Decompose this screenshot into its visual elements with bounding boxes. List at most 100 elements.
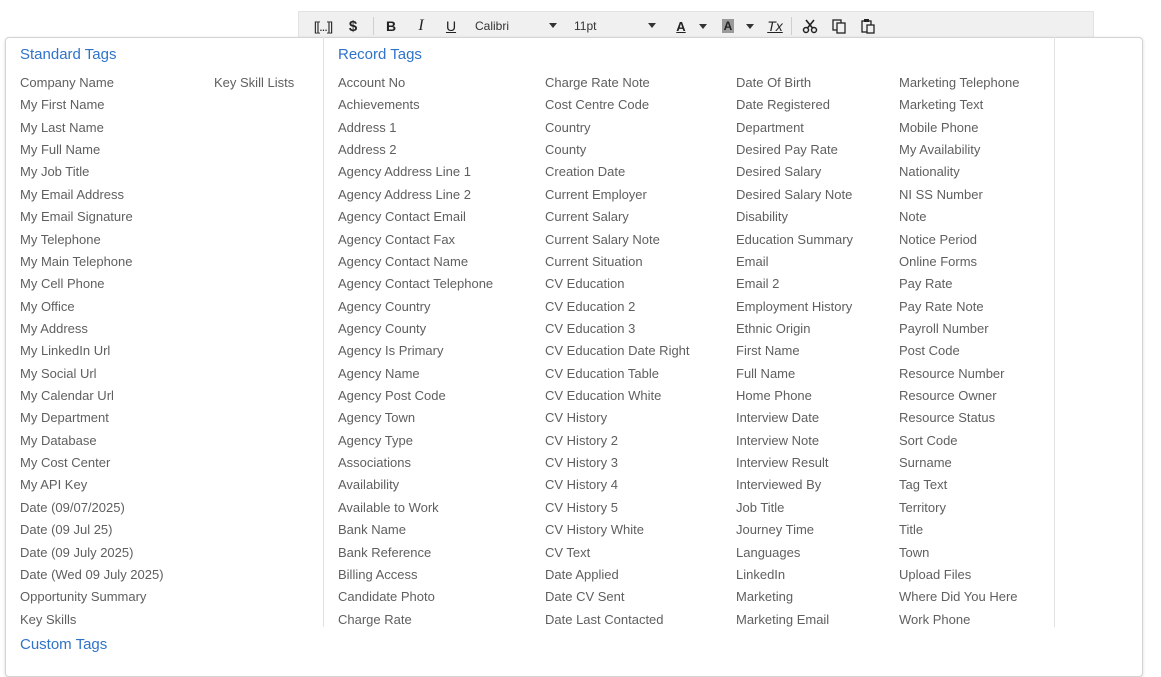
tag-item[interactable]: My Full Name bbox=[20, 141, 164, 163]
tag-item[interactable]: Home Phone bbox=[736, 387, 853, 409]
tag-item[interactable]: Interview Result bbox=[736, 454, 853, 476]
tag-item[interactable]: Agency Name bbox=[338, 365, 493, 387]
tag-item[interactable]: Country bbox=[545, 119, 690, 141]
insert-currency-button[interactable]: $ bbox=[345, 15, 361, 37]
tag-item[interactable]: My Cell Phone bbox=[20, 275, 164, 297]
tag-item[interactable]: Resource Status bbox=[899, 409, 1019, 431]
tag-item[interactable]: My Social Url bbox=[20, 365, 164, 387]
bold-button[interactable]: B bbox=[383, 15, 399, 37]
tag-item[interactable]: CV Education Date Right bbox=[545, 342, 690, 364]
paste-button[interactable] bbox=[860, 15, 876, 37]
tag-item[interactable]: Available to Work bbox=[338, 499, 493, 521]
tag-item[interactable]: Agency Town bbox=[338, 409, 493, 431]
tag-item[interactable]: My Availability bbox=[899, 141, 1019, 163]
tag-item[interactable]: My Last Name bbox=[20, 119, 164, 141]
tag-item[interactable]: Where Did You Here bbox=[899, 588, 1019, 610]
font-family-select[interactable]: Calibri bbox=[475, 15, 557, 37]
tag-item[interactable]: Marketing Email bbox=[736, 611, 853, 633]
tag-item[interactable]: CV Education Table bbox=[545, 365, 690, 387]
tag-item[interactable]: Current Salary Note bbox=[545, 231, 690, 253]
tag-item[interactable]: Disability bbox=[736, 208, 853, 230]
tag-item[interactable]: Desired Salary bbox=[736, 163, 853, 185]
tag-item[interactable]: Key Skills bbox=[20, 611, 164, 633]
tag-item[interactable]: My Telephone bbox=[20, 231, 164, 253]
text-color-chevron-down-icon[interactable] bbox=[699, 24, 707, 29]
tag-item[interactable]: Agency Address Line 1 bbox=[338, 163, 493, 185]
tag-item[interactable]: Payroll Number bbox=[899, 320, 1019, 342]
tag-item[interactable]: CV Education 2 bbox=[545, 298, 690, 320]
tag-item[interactable]: Date Applied bbox=[545, 566, 690, 588]
tag-item[interactable]: Employment History bbox=[736, 298, 853, 320]
tag-item[interactable]: Date (09 July 2025) bbox=[20, 544, 164, 566]
tag-item[interactable]: Desired Salary Note bbox=[736, 186, 853, 208]
tag-item[interactable]: Post Code bbox=[899, 342, 1019, 364]
tag-item[interactable]: Languages bbox=[736, 544, 853, 566]
italic-button[interactable]: I bbox=[413, 15, 429, 37]
tag-item[interactable]: Charge Rate bbox=[338, 611, 493, 633]
underline-button[interactable]: U bbox=[443, 15, 459, 37]
tag-item[interactable]: Email bbox=[736, 253, 853, 275]
tag-item[interactable]: Note bbox=[899, 208, 1019, 230]
tag-item[interactable]: My Cost Center bbox=[20, 454, 164, 476]
tag-item[interactable]: My Main Telephone bbox=[20, 253, 164, 275]
tag-item[interactable]: Achievements bbox=[338, 96, 493, 118]
tag-item[interactable]: My Calendar Url bbox=[20, 387, 164, 409]
tag-item[interactable]: Agency Contact Fax bbox=[338, 231, 493, 253]
tag-item[interactable]: Interviewed By bbox=[736, 476, 853, 498]
tag-item[interactable]: NI SS Number bbox=[899, 186, 1019, 208]
tag-item[interactable]: Company Name bbox=[20, 74, 164, 96]
tag-item[interactable]: My Address bbox=[20, 320, 164, 342]
tag-item[interactable]: Creation Date bbox=[545, 163, 690, 185]
tag-item[interactable]: My LinkedIn Url bbox=[20, 342, 164, 364]
tag-item[interactable]: Current Situation bbox=[545, 253, 690, 275]
tag-item[interactable]: Marketing bbox=[736, 588, 853, 610]
tag-item[interactable]: County bbox=[545, 141, 690, 163]
tag-item[interactable]: Address 1 bbox=[338, 119, 493, 141]
tag-item[interactable]: Ethnic Origin bbox=[736, 320, 853, 342]
tag-item[interactable]: Mobile Phone bbox=[899, 119, 1019, 141]
tag-item[interactable]: Resource Number bbox=[899, 365, 1019, 387]
tag-item[interactable]: Date CV Sent bbox=[545, 588, 690, 610]
tag-item[interactable]: Bank Name bbox=[338, 521, 493, 543]
tag-item[interactable]: Agency Contact Name bbox=[338, 253, 493, 275]
tag-item[interactable]: Current Salary bbox=[545, 208, 690, 230]
tag-item[interactable]: CV Education 3 bbox=[545, 320, 690, 342]
tag-item[interactable]: Notice Period bbox=[899, 231, 1019, 253]
tag-item[interactable]: Current Employer bbox=[545, 186, 690, 208]
insert-placeholder-button[interactable]: [[...]] bbox=[309, 15, 337, 37]
tag-item[interactable]: Pay Rate bbox=[899, 275, 1019, 297]
tag-item[interactable]: First Name bbox=[736, 342, 853, 364]
background-color-chevron-down-icon[interactable] bbox=[746, 24, 754, 29]
tag-item[interactable]: My Email Signature bbox=[20, 208, 164, 230]
tag-item[interactable]: Town bbox=[899, 544, 1019, 566]
tag-item[interactable]: Agency County bbox=[338, 320, 493, 342]
tag-item[interactable]: Availability bbox=[338, 476, 493, 498]
tag-item[interactable]: CV Education bbox=[545, 275, 690, 297]
tag-item[interactable]: Work Phone bbox=[899, 611, 1019, 633]
copy-button[interactable] bbox=[830, 15, 848, 37]
tag-item[interactable]: Online Forms bbox=[899, 253, 1019, 275]
tag-item[interactable]: Agency Contact Email bbox=[338, 208, 493, 230]
tag-item[interactable]: CV Education White bbox=[545, 387, 690, 409]
tag-item[interactable]: Cost Centre Code bbox=[545, 96, 690, 118]
tag-item[interactable]: Agency Address Line 2 bbox=[338, 186, 493, 208]
tag-item[interactable]: Journey Time bbox=[736, 521, 853, 543]
tag-item[interactable]: Agency Is Primary bbox=[338, 342, 493, 364]
tag-item[interactable]: Pay Rate Note bbox=[899, 298, 1019, 320]
tag-item[interactable]: Candidate Photo bbox=[338, 588, 493, 610]
key-skill-lists-tag[interactable]: Key Skill Lists bbox=[214, 74, 294, 91]
tag-item[interactable]: Date Registered bbox=[736, 96, 853, 118]
tag-item[interactable]: Resource Owner bbox=[899, 387, 1019, 409]
tag-item[interactable]: CV History bbox=[545, 409, 690, 431]
tag-item[interactable]: Interview Note bbox=[736, 432, 853, 454]
tag-item[interactable]: Full Name bbox=[736, 365, 853, 387]
tag-item[interactable]: CV History 4 bbox=[545, 476, 690, 498]
tag-item[interactable]: Agency Post Code bbox=[338, 387, 493, 409]
tag-item[interactable]: Marketing Telephone bbox=[899, 74, 1019, 96]
tag-item[interactable]: Email 2 bbox=[736, 275, 853, 297]
text-color-button[interactable]: A bbox=[673, 15, 689, 37]
tag-item[interactable]: Associations bbox=[338, 454, 493, 476]
background-color-button[interactable]: A bbox=[720, 15, 736, 37]
tag-item[interactable]: Job Title bbox=[736, 499, 853, 521]
tag-item[interactable]: CV History 2 bbox=[545, 432, 690, 454]
